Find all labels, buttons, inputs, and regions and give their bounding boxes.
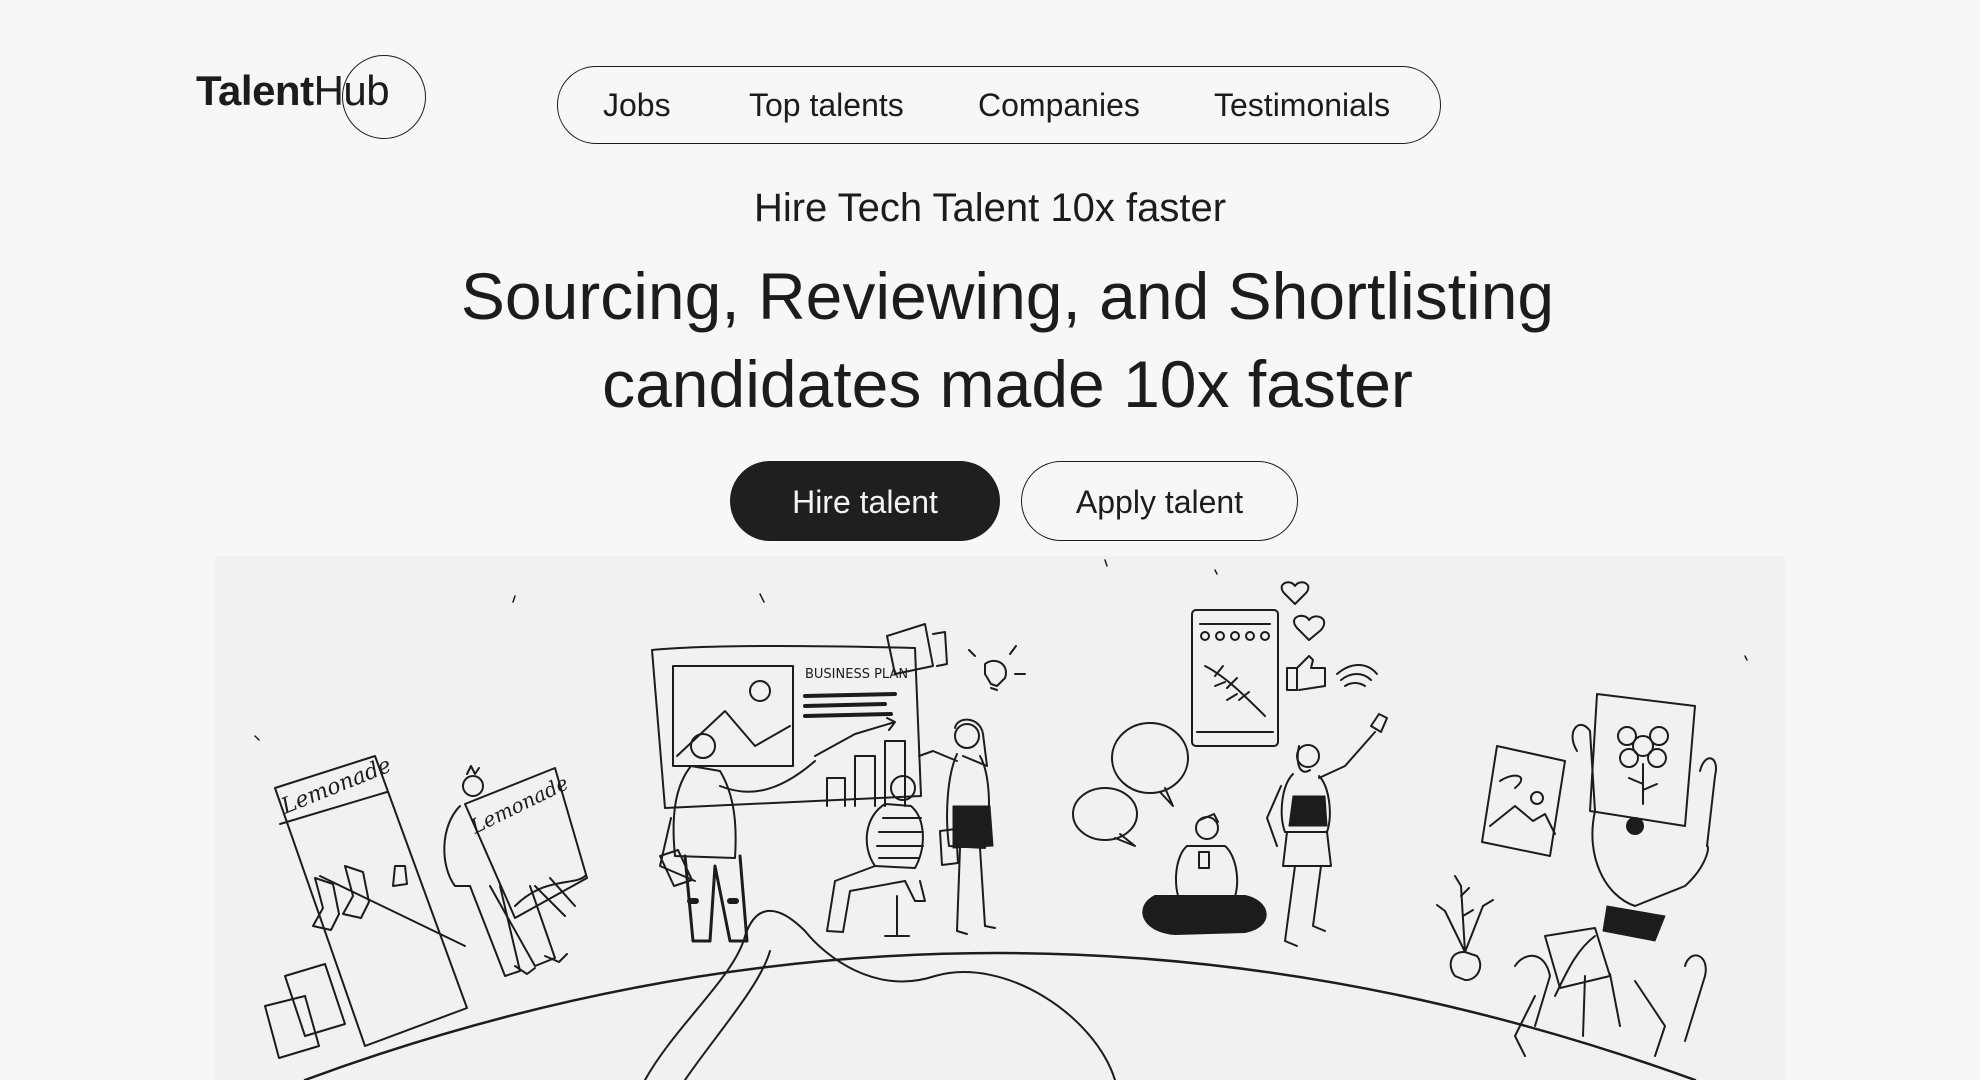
lemonade-stand-drawing: Lemonade bbox=[264, 753, 468, 1059]
picture-frame-drawing bbox=[1481, 745, 1566, 857]
meditating-person-drawing bbox=[1142, 813, 1267, 935]
hero-headline-line-1: Sourcing, Reviewing, and Shortlisting bbox=[460, 259, 1555, 333]
nav-item-top-talents[interactable]: Top talents bbox=[749, 67, 904, 143]
hero-eyebrow: Hire Tech Talent 10x faster bbox=[753, 186, 1227, 230]
selfie-woman-drawing bbox=[1266, 713, 1388, 947]
logo-ring bbox=[342, 55, 426, 139]
lightbulb-drawing bbox=[968, 645, 1026, 691]
board-title-text: BUSINESS PLAN bbox=[805, 667, 908, 682]
hero-headline: Sourcing, Reviewing, and Shortlisting ca… bbox=[0, 252, 1980, 428]
plant-drawing bbox=[1436, 875, 1494, 981]
standing-woman-drawing bbox=[918, 718, 996, 935]
river-path bbox=[644, 910, 1116, 1080]
apply-talent-button[interactable]: Apply talent bbox=[1021, 461, 1298, 541]
nav-item-testimonials[interactable]: Testimonials bbox=[1214, 67, 1390, 143]
business-plan-board-drawing: BUSINESS PLAN bbox=[651, 623, 948, 809]
landing-page: TalentHub Jobs Top talents Companies Tes… bbox=[0, 0, 1980, 1080]
hearts-likes-drawing bbox=[1280, 581, 1378, 691]
hero-illustration: Lemonade Lemonade BUSINESS PLAN bbox=[215, 556, 1785, 1080]
brand-name-bold: Talent bbox=[196, 67, 314, 114]
speech-bubbles-drawing bbox=[1072, 722, 1189, 847]
stand-sign-text: Lemonade bbox=[277, 753, 395, 820]
hero-headline-line-2: candidates made 10x faster bbox=[602, 347, 1413, 421]
ground-arc bbox=[303, 951, 1697, 1080]
phone-social-post-drawing bbox=[1191, 609, 1279, 747]
hire-talent-button[interactable]: Hire talent bbox=[730, 461, 1000, 541]
person-with-flower-drawing bbox=[1514, 693, 1717, 1057]
person-holding-sign-drawing: Lemonade bbox=[443, 765, 588, 977]
main-nav: Jobs Top talents Companies Testimonials bbox=[557, 66, 1441, 144]
nav-item-companies[interactable]: Companies bbox=[978, 67, 1140, 143]
nav-item-jobs[interactable]: Jobs bbox=[603, 67, 671, 143]
